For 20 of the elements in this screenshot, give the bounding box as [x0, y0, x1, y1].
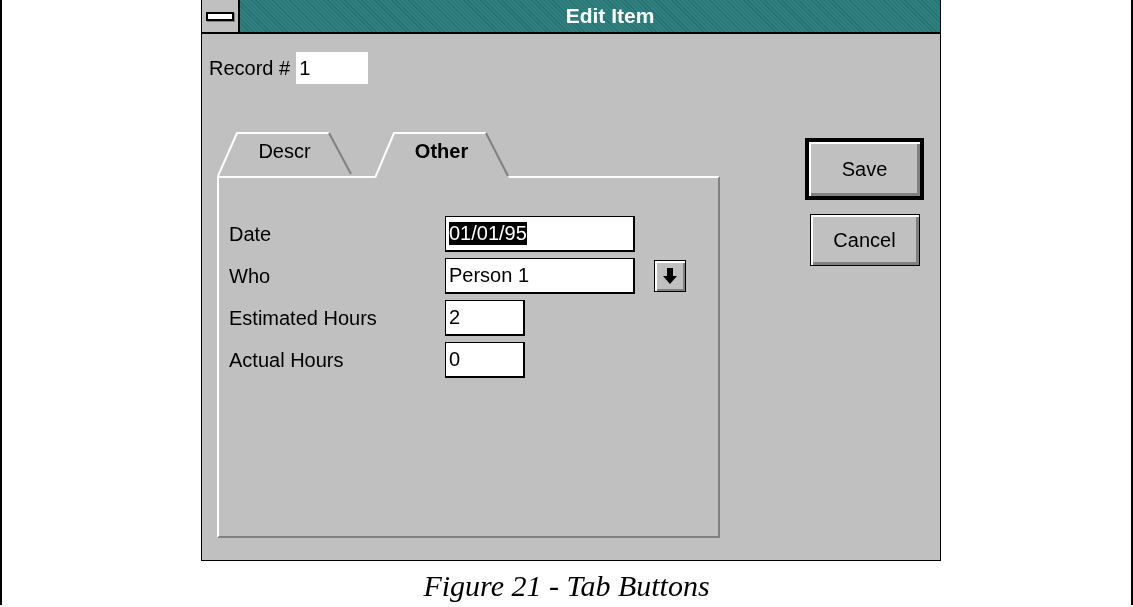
window-title: Edit Item	[564, 3, 656, 29]
figure-caption: Figure 21 - Tab Buttons	[423, 569, 710, 603]
button[interactable]: Cancel	[809, 214, 920, 266]
input-field[interactable]: 2	[445, 300, 525, 336]
record-label: Record #	[209, 56, 291, 80]
default-button[interactable]: Save	[805, 138, 924, 200]
dropdown-button[interactable]	[654, 260, 686, 292]
dash-icon	[206, 11, 234, 21]
record-field[interactable]: 1	[296, 52, 369, 84]
input-field[interactable]: 01/01/95	[445, 216, 635, 252]
field-label: Estimated Hours	[229, 306, 378, 330]
input-field[interactable]: 0	[445, 342, 525, 378]
field-label: Date	[229, 222, 273, 246]
dropdown-field[interactable]: Person 1	[445, 258, 635, 294]
tab[interactable]: Other	[374, 132, 509, 177]
field-label: Actual Hours	[229, 348, 345, 372]
field-label: Who	[229, 264, 272, 288]
tab[interactable]: Descr	[217, 132, 352, 177]
down-arrow-icon	[663, 268, 677, 284]
system-menu-button[interactable]	[202, 0, 240, 32]
